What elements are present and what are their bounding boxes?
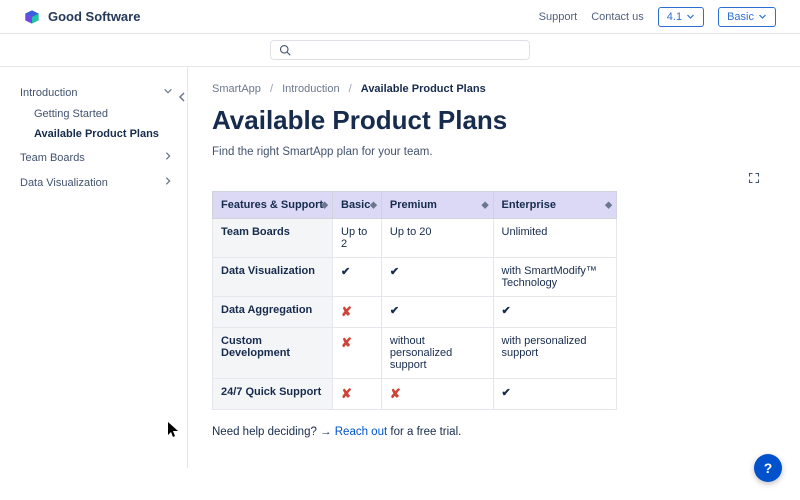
sidebar-item-team-boards[interactable]: Team Boards [20,146,179,169]
sort-icon: ◆ [321,200,328,211]
plan-cell: ✘ [333,379,382,410]
sidebar-item-label: Data Visualization [20,177,108,189]
feature-cell: Team Boards [213,219,333,258]
brand-name: Good Software [48,9,140,24]
sort-icon: ◆ [370,200,377,211]
chevron-right-icon [163,176,173,189]
feature-cell: Data Aggregation [213,297,333,328]
plan-cell: Up to 20 [381,219,493,258]
table-row: Data Aggregation ✘ ✔ ✔ [213,297,617,328]
table-row: Team BoardsUp to 2Up to 20Unlimited [213,219,617,258]
brand-logo-icon [24,9,40,25]
help-prefix: Need help deciding? → [212,426,335,438]
cross-icon: ✘ [390,386,401,401]
search-row [0,34,800,67]
sort-icon: ◆ [482,200,489,211]
search-input[interactable] [297,44,521,56]
expand-icon [748,172,760,184]
version-selector[interactable]: 4.1 [658,7,704,27]
plan-cell: ✔ [333,258,382,297]
plan-cell: ✔ [381,258,493,297]
chevron-left-icon [176,91,188,103]
brand: Good Software [24,9,140,25]
search-box[interactable] [270,40,530,60]
table-header-features[interactable]: Features & Support◆ [213,192,333,219]
sidebar-collapse-handle[interactable] [176,91,188,103]
expand-table-button[interactable] [748,172,760,187]
plan-label: Basic [727,11,754,23]
breadcrumb-separator: / [270,83,273,95]
chevron-down-icon [163,86,173,99]
top-bar: Good Software Support Contact us 4.1 Bas… [0,0,800,34]
table-row: Custom Development ✘ without personalized … [213,328,617,379]
cross-icon: ✘ [341,386,352,401]
breadcrumb-current: Available Product Plans [361,83,486,95]
table-header-enterprise[interactable]: Enterprise◆ [493,192,616,219]
page-title: Available Product Plans [212,105,760,136]
sidebar-item-available-product-plans[interactable]: Available Product Plans [34,124,179,144]
table-header-basic[interactable]: Basic◆ [333,192,382,219]
table-body: Team BoardsUp to 2Up to 20UnlimitedData … [213,219,617,410]
main-content: SmartApp / Introduction / Available Prod… [188,67,800,468]
feature-cell: 24/7 Quick Support [213,379,333,410]
plan-cell: Unlimited [493,219,616,258]
breadcrumb-root[interactable]: SmartApp [212,83,261,95]
cross-icon: ✘ [341,304,352,319]
sidebar-item-data-visualization[interactable]: Data Visualization [20,171,179,194]
check-icon: ✔ [502,305,511,317]
support-link[interactable]: Support [539,11,578,23]
table-header-premium[interactable]: Premium◆ [381,192,493,219]
plan-cell: ✔ [381,297,493,328]
cross-icon: ✘ [341,335,352,350]
plan-cell: with SmartModify™ Technology [493,258,616,297]
sidebar-item-label: Introduction [20,87,77,99]
reach-out-link[interactable]: Reach out [335,426,387,438]
sidebar: Introduction Getting Started Available P… [0,67,188,468]
table-row: Data Visualization ✔ ✔ with SmartModify™ Te… [213,258,617,297]
breadcrumb: SmartApp / Introduction / Available Prod… [212,83,760,95]
page-subtitle: Find the right SmartApp plan for your te… [212,146,760,158]
plan-cell: Up to 2 [333,219,382,258]
plan-cell: ✘ [333,328,382,379]
help-suffix: for a free trial. [387,426,461,438]
feature-cell: Data Visualization [213,258,333,297]
chevron-down-icon [686,12,695,21]
check-icon: ✔ [502,387,511,399]
top-right: Support Contact us 4.1 Basic [539,7,776,27]
plan-cell: ✔ [493,379,616,410]
help-fab[interactable]: ? [754,454,782,482]
chevron-right-icon [163,151,173,164]
breadcrumb-section[interactable]: Introduction [282,83,339,95]
sort-icon: ◆ [605,200,612,211]
plans-table: Features & Support◆ Basic◆ Premium◆ Ente… [212,191,617,410]
chevron-down-icon [758,12,767,21]
plan-selector[interactable]: Basic [718,7,776,27]
question-icon: ? [764,460,773,476]
contact-link[interactable]: Contact us [591,11,644,23]
version-label: 4.1 [667,11,682,23]
sidebar-item-getting-started[interactable]: Getting Started [34,104,179,124]
plan-cell: without personalized support [381,328,493,379]
plan-cell: ✘ [381,379,493,410]
search-icon [279,44,291,56]
feature-cell: Custom Development [213,328,333,379]
plan-cell: with personalized support [493,328,616,379]
breadcrumb-separator: / [349,83,352,95]
sidebar-item-introduction[interactable]: Introduction [20,81,179,104]
sidebar-item-label: Team Boards [20,152,85,164]
plan-cell: ✔ [493,297,616,328]
table-row: 24/7 Quick Support ✘ ✘ ✔ [213,379,617,410]
check-icon: ✔ [390,305,399,317]
help-line: Need help deciding? → Reach out for a fr… [212,426,760,438]
check-icon: ✔ [390,266,399,278]
plan-cell: ✘ [333,297,382,328]
check-icon: ✔ [341,266,350,278]
